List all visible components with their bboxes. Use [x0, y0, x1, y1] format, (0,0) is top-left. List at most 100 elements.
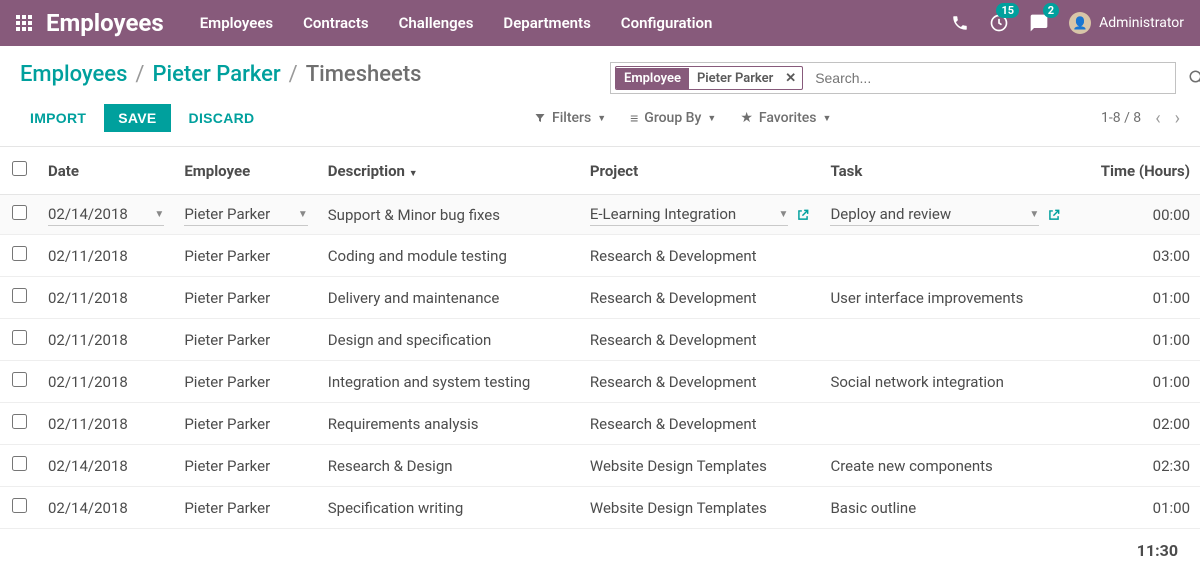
- list-icon: ≡: [630, 110, 638, 127]
- pager-range[interactable]: 1-8 / 8: [1101, 110, 1141, 126]
- breadcrumb-mid[interactable]: Pieter Parker: [153, 62, 281, 87]
- description-cell: Specification writing: [318, 487, 580, 529]
- row-checkbox[interactable]: [12, 498, 27, 513]
- employee-cell: Pieter Parker: [174, 487, 317, 529]
- row-checkbox[interactable]: [12, 205, 27, 220]
- phone-icon[interactable]: [951, 14, 969, 32]
- activities-icon[interactable]: 15: [989, 13, 1009, 33]
- chip-remove-icon[interactable]: ✕: [779, 71, 802, 86]
- save-button[interactable]: SAVE: [104, 104, 170, 132]
- app-title: Employees: [46, 9, 164, 37]
- employee-cell: Pieter Parker: [174, 361, 317, 403]
- employee-cell: Pieter Parker: [174, 235, 317, 277]
- timesheet-table: Date Employee Description ▼ Project Task…: [0, 146, 1200, 529]
- groupby-button[interactable]: ≡ Group By ▼: [630, 110, 716, 127]
- sort-desc-icon: ▼: [409, 169, 418, 179]
- date-cell: 02/11/2018: [38, 403, 174, 445]
- nav-configuration[interactable]: Configuration: [621, 14, 713, 32]
- table-row[interactable]: 02/11/2018Pieter ParkerCoding and module…: [0, 235, 1200, 277]
- discard-button[interactable]: DISCARD: [179, 104, 265, 132]
- top-nav: Employees Contracts Challenges Departmen…: [200, 14, 713, 32]
- project-cell: Research & Development: [580, 277, 821, 319]
- caret-down-icon[interactable]: ▼: [154, 209, 164, 220]
- row-checkbox[interactable]: [12, 414, 27, 429]
- description-input[interactable]: Support & Minor bug fixes: [328, 204, 570, 226]
- description-cell: Coding and module testing: [318, 235, 580, 277]
- row-checkbox[interactable]: [12, 456, 27, 471]
- project-cell: Research & Development: [580, 403, 821, 445]
- date-cell: 02/14/2018: [38, 487, 174, 529]
- task-cell: [820, 235, 1071, 277]
- nav-challenges[interactable]: Challenges: [399, 14, 474, 32]
- time-cell: 01:00: [1071, 487, 1200, 529]
- row-checkbox[interactable]: [12, 330, 27, 345]
- chip-value: Pieter Parker: [689, 68, 779, 89]
- messages-icon[interactable]: 2: [1029, 13, 1049, 33]
- col-time[interactable]: Time (Hours): [1071, 147, 1200, 195]
- table-row[interactable]: 02/11/2018Pieter ParkerDelivery and main…: [0, 277, 1200, 319]
- description-cell: Integration and system testing: [318, 361, 580, 403]
- search-input[interactable]: [807, 66, 1175, 90]
- table-row[interactable]: 02/14/2018Pieter ParkerResearch & Design…: [0, 445, 1200, 487]
- avatar: 👤: [1069, 12, 1091, 34]
- time-cell[interactable]: 00:00: [1071, 195, 1200, 235]
- nav-departments[interactable]: Departments: [503, 14, 590, 32]
- date-cell: 02/14/2018: [38, 445, 174, 487]
- row-checkbox[interactable]: [12, 246, 27, 261]
- employee-select[interactable]: Pieter Parker ▼: [184, 203, 307, 226]
- table-row[interactable]: 02/11/2018Pieter ParkerIntegration and s…: [0, 361, 1200, 403]
- table-row[interactable]: 02/11/2018Pieter ParkerDesign and specif…: [0, 319, 1200, 361]
- col-date[interactable]: Date: [38, 147, 174, 195]
- employee-cell: Pieter Parker: [174, 319, 317, 361]
- task-cell: [820, 319, 1071, 361]
- caret-down-icon[interactable]: ▼: [779, 209, 789, 220]
- table-row[interactable]: 02/11/2018Pieter ParkerRequirements anal…: [0, 403, 1200, 445]
- table-row[interactable]: 02/14/2018Pieter ParkerSpecification wri…: [0, 487, 1200, 529]
- external-link-icon[interactable]: [796, 208, 810, 222]
- date-cell: 02/11/2018: [38, 319, 174, 361]
- top-navbar: Employees Employees Contracts Challenges…: [0, 0, 1200, 46]
- import-button[interactable]: IMPORT: [20, 104, 96, 132]
- search-box[interactable]: Employee Pieter Parker ✕: [610, 62, 1176, 94]
- col-task[interactable]: Task: [820, 147, 1071, 195]
- date-input[interactable]: 02/14/2018 ▼: [48, 203, 164, 226]
- external-link-icon[interactable]: [1047, 208, 1061, 222]
- apps-icon[interactable]: [16, 15, 32, 31]
- row-checkbox[interactable]: [12, 288, 27, 303]
- task-cell: User interface improvements: [820, 277, 1071, 319]
- time-cell: 02:30: [1071, 445, 1200, 487]
- pager-next-icon[interactable]: ›: [1175, 108, 1180, 129]
- col-description[interactable]: Description ▼: [318, 147, 580, 195]
- star-icon: ★: [740, 110, 753, 126]
- table-row-editing[interactable]: 02/14/2018 ▼ Pieter Parker ▼ Support & M…: [0, 195, 1200, 235]
- breadcrumb: Employees / Pieter Parker / Timesheets: [20, 62, 590, 87]
- filters-button[interactable]: Filters ▼: [534, 110, 606, 127]
- breadcrumb-current: Timesheets: [306, 62, 422, 87]
- project-cell: Website Design Templates: [580, 487, 821, 529]
- pager-prev-icon[interactable]: ‹: [1155, 108, 1160, 129]
- nav-employees[interactable]: Employees: [200, 14, 273, 32]
- date-cell: 02/11/2018: [38, 361, 174, 403]
- time-cell: 01:00: [1071, 361, 1200, 403]
- col-employee[interactable]: Employee: [174, 147, 317, 195]
- user-menu[interactable]: 👤 Administrator: [1069, 12, 1184, 34]
- search-facet-chip: Employee Pieter Parker ✕: [615, 66, 803, 90]
- description-cell: Delivery and maintenance: [318, 277, 580, 319]
- caret-down-icon[interactable]: ▼: [298, 209, 308, 220]
- row-checkbox[interactable]: [12, 372, 27, 387]
- project-cell: Research & Development: [580, 319, 821, 361]
- breadcrumb-root[interactable]: Employees: [20, 62, 127, 87]
- chip-facet-label: Employee: [616, 68, 689, 89]
- caret-down-icon: ▼: [822, 113, 831, 124]
- select-all-checkbox[interactable]: [12, 161, 27, 176]
- col-project[interactable]: Project: [580, 147, 821, 195]
- nav-contracts[interactable]: Contracts: [303, 14, 369, 32]
- favorites-button[interactable]: ★ Favorites ▼: [740, 110, 831, 127]
- task-select[interactable]: Deploy and review ▼: [830, 203, 1039, 226]
- project-select[interactable]: E-Learning Integration ▼: [590, 203, 789, 226]
- search-icon[interactable]: [1188, 69, 1200, 87]
- caret-down-icon[interactable]: ▼: [1029, 209, 1039, 220]
- user-name: Administrator: [1099, 15, 1184, 31]
- description-cell: Research & Design: [318, 445, 580, 487]
- description-cell: Design and specification: [318, 319, 580, 361]
